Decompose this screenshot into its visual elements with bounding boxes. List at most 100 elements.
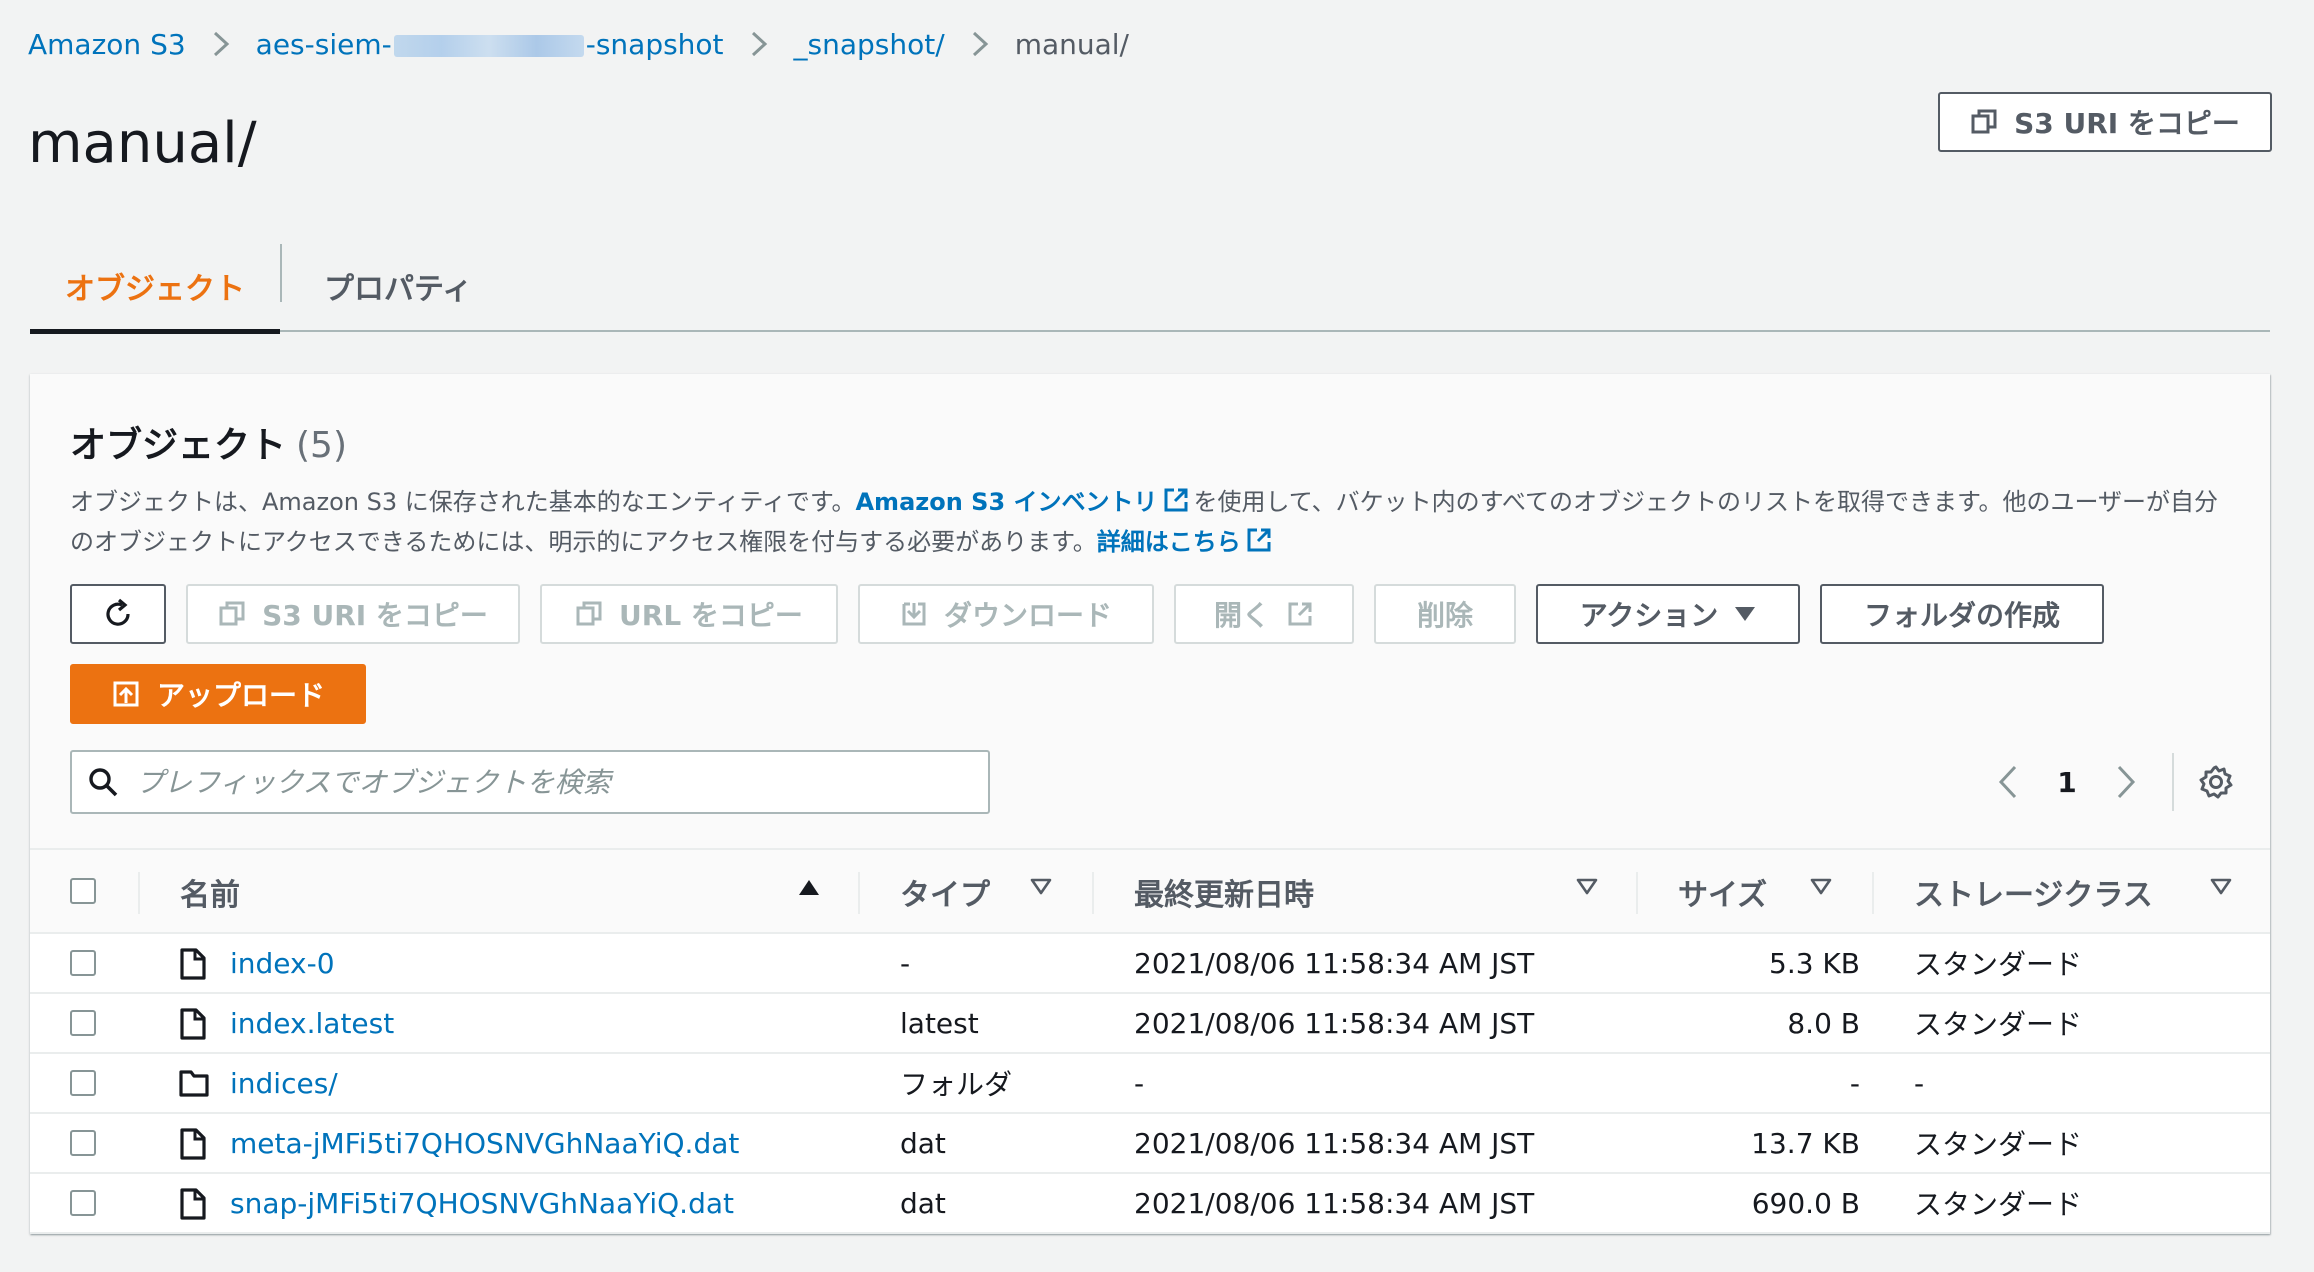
sort-icon[interactable] <box>2210 878 2232 896</box>
table-row[interactable]: index.latest latest 2021/08/06 11:58:34 … <box>30 994 2270 1054</box>
inventory-link[interactable]: Amazon S3 インベントリ <box>855 488 1157 516</box>
row-checkbox[interactable] <box>70 1070 96 1096</box>
refresh-button[interactable] <box>70 584 166 644</box>
sort-icon[interactable] <box>1030 878 1052 896</box>
copy-s3-uri-label: S3 URI をコピー <box>262 599 488 632</box>
chevron-right-icon <box>961 24 999 64</box>
row-checkbox[interactable] <box>70 950 96 976</box>
column-separator <box>858 872 860 914</box>
objects-title-text: オブジェクト <box>70 425 287 466</box>
file-icon <box>180 1008 206 1040</box>
object-storage-class: スタンダード <box>1914 1188 2083 1221</box>
copy-s3-uri-label: S3 URI をコピー <box>2014 107 2240 140</box>
column-header-last-modified[interactable]: 最終更新日時 <box>1134 850 1314 934</box>
sort-icon[interactable] <box>1576 878 1598 896</box>
sort-ascending-icon[interactable] <box>798 878 820 896</box>
column-header-size[interactable]: サイズ <box>1678 850 1767 934</box>
pagination: 1 <box>1988 750 2236 814</box>
object-size: 8.0 B <box>1787 1006 1860 1040</box>
copy-s3-uri-button[interactable]: S3 URI をコピー <box>186 584 520 644</box>
previous-page-button[interactable] <box>1988 757 2028 807</box>
chevron-right-icon <box>202 24 240 64</box>
current-page-number[interactable]: 1 <box>2028 766 2106 799</box>
breadcrumb-item-s3[interactable]: Amazon S3 <box>28 28 186 61</box>
object-type: latest <box>900 1006 979 1040</box>
object-storage-class: スタンダード <box>1914 948 2083 981</box>
learn-more-link[interactable]: 詳細はこちら <box>1097 528 1241 556</box>
column-header-name[interactable]: 名前 <box>180 850 240 934</box>
actions-label: アクション <box>1579 599 1719 632</box>
column-header-storage-class[interactable]: ストレージクラス <box>1914 850 2153 934</box>
copy-icon <box>219 601 245 626</box>
object-name-link[interactable]: meta-jMFi5ti7QHOSNVGhNaaYiQ.dat <box>230 1114 739 1172</box>
search-box <box>70 750 990 814</box>
table-row[interactable]: meta-jMFi5ti7QHOSNVGhNaaYiQ.dat dat 2021… <box>30 1114 2270 1174</box>
next-page-button[interactable] <box>2106 757 2146 807</box>
breadcrumb-item-current: manual/ <box>1014 27 1129 61</box>
row-checkbox[interactable] <box>70 1010 96 1036</box>
select-all-checkbox[interactable] <box>70 878 96 904</box>
copy-s3-uri-header-button[interactable]: S3 URI をコピー <box>1938 92 2272 152</box>
external-link-icon <box>1164 488 1187 512</box>
object-storage-class: スタンダード <box>1914 1128 2083 1161</box>
objects-panel-title: オブジェクト (5) <box>70 416 347 468</box>
create-folder-button[interactable]: フォルダの作成 <box>1820 584 2104 644</box>
table-header: 名前 タイプ 最終更新日時 サイズ ストレージクラス <box>30 848 2270 934</box>
object-name-link[interactable]: indices/ <box>230 1054 338 1112</box>
row-checkbox[interactable] <box>70 1190 96 1216</box>
objects-description: オブジェクトは、Amazon S3 に保存された基本的なエンティティです。Ama… <box>70 482 2240 562</box>
refresh-icon <box>106 598 130 626</box>
object-name-link[interactable]: index.latest <box>230 994 394 1052</box>
download-button[interactable]: ダウンロード <box>858 584 1154 644</box>
external-link-icon <box>1288 602 1312 626</box>
create-folder-label: フォルダの作成 <box>1863 599 2060 632</box>
table-row[interactable]: index-0 - 2021/08/06 11:58:34 AM JST 5.3… <box>30 934 2270 994</box>
search-icon <box>89 768 118 797</box>
object-storage-class: - <box>1914 1066 1925 1100</box>
open-label: 開く <box>1213 599 1270 632</box>
caret-down-icon <box>1735 607 1756 621</box>
object-name-link[interactable]: index-0 <box>230 934 335 992</box>
object-last-modified: 2021/08/06 11:58:34 AM JST <box>1134 1126 1535 1160</box>
breadcrumb-item-bucket[interactable]: aes-siem- -snapshot <box>256 28 724 61</box>
bucket-name-suffix: -snapshot <box>585 27 724 61</box>
redacted-text <box>393 34 584 57</box>
object-size: - <box>1849 1066 1860 1100</box>
table-row[interactable]: snap-jMFi5ti7QHOSNVGhNaaYiQ.dat dat 2021… <box>30 1174 2270 1234</box>
upload-button[interactable]: アップロード <box>70 664 366 724</box>
row-checkbox[interactable] <box>70 1130 96 1156</box>
object-storage-class: スタンダード <box>1914 1008 2083 1041</box>
copy-url-button[interactable]: URL をコピー <box>540 584 838 644</box>
copy-url-label: URL をコピー <box>619 599 803 632</box>
search-input[interactable] <box>136 765 956 799</box>
delete-button[interactable]: 削除 <box>1374 584 1516 644</box>
breadcrumb: Amazon S3 aes-siem- -snapshot _snapshot/ … <box>28 24 1129 64</box>
pagination-divider <box>2172 753 2174 811</box>
sort-icon[interactable] <box>1810 878 1832 896</box>
object-name-link[interactable]: snap-jMFi5ti7QHOSNVGhNaaYiQ.dat <box>230 1174 734 1232</box>
column-header-type[interactable]: タイプ <box>900 850 990 934</box>
chevron-right-icon <box>740 24 778 64</box>
file-icon <box>180 1128 206 1160</box>
tab-properties[interactable]: プロパティ <box>324 242 472 330</box>
delete-label: 削除 <box>1416 599 1473 632</box>
tab-objects[interactable]: オブジェクト <box>30 242 280 334</box>
chevron-right-icon <box>2117 765 2136 799</box>
tab-divider <box>280 244 282 302</box>
breadcrumb-item-snapshot[interactable]: _snapshot/ <box>794 28 945 61</box>
upload-icon <box>113 681 139 707</box>
table-settings-button[interactable] <box>2196 757 2236 807</box>
open-button[interactable]: 開く <box>1174 584 1354 644</box>
objects-panel: オブジェクト (5) オブジェクトは、Amazon S3 に保存された基本的なエン… <box>30 374 2270 1234</box>
copy-icon <box>576 601 602 626</box>
table-row[interactable]: indices/ フォルダ - - - <box>30 1054 2270 1114</box>
object-size: 690.0 B <box>1751 1186 1860 1220</box>
copy-icon <box>1971 109 1997 134</box>
column-separator <box>1636 872 1638 914</box>
objects-table: 名前 タイプ 最終更新日時 サイズ ストレージクラス index-0 - 202… <box>30 848 2270 1234</box>
object-last-modified: 2021/08/06 11:58:34 AM JST <box>1134 1006 1535 1040</box>
actions-dropdown[interactable]: アクション <box>1536 584 1800 644</box>
gear-icon <box>2199 765 2233 799</box>
object-size: 5.3 KB <box>1769 946 1860 980</box>
download-label: ダウンロード <box>943 599 1112 632</box>
